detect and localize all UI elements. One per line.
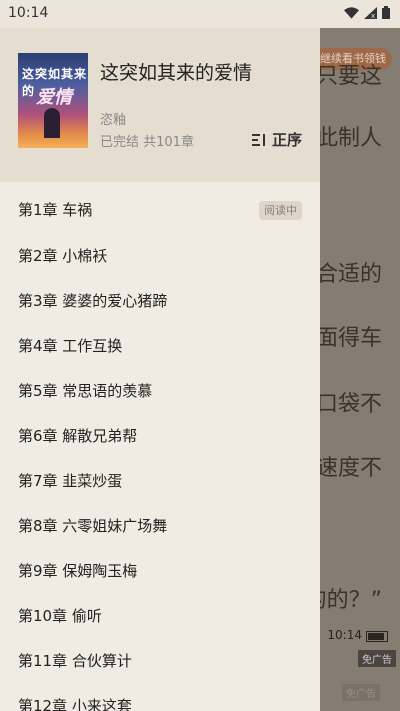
chapter-item[interactable]: 第3章 婆婆的爱心猪蹄: [0, 279, 320, 324]
sort-icon: [251, 133, 265, 146]
reader-text-line: 面得车: [315, 326, 382, 351]
chapter-item[interactable]: 第2章 小棉袄: [0, 234, 320, 279]
chapter-item[interactable]: 第6章 解散兄弟帮: [0, 414, 320, 459]
wifi-icon: [344, 6, 359, 19]
chapter-label: 第8章 六零姐妹广场舞: [18, 517, 168, 535]
chapter-drawer: 这突如其来的 爱情 这突如其来的爱情 恣釉 已完结 共101章 正序 第1章 车…: [0, 28, 320, 711]
chapter-label: 第4章 工作互换: [18, 337, 123, 355]
cover-figure: [44, 108, 60, 138]
reading-badge: 阅读中: [259, 201, 302, 220]
remove-ads-label[interactable]: 免广告: [342, 684, 380, 701]
reader-text-line: 只要这: [315, 64, 382, 89]
reader-clock: 10:14: [327, 628, 362, 642]
book-author: 恣釉: [100, 113, 127, 128]
battery-icon: [382, 6, 390, 19]
reader-text-line: 此制人: [315, 126, 382, 151]
chapter-item[interactable]: 第11章 合伙算计: [0, 639, 320, 684]
chapter-label: 第2章 小棉袄: [18, 247, 108, 265]
status-bar: 10:14 x: [0, 0, 400, 28]
chapter-item[interactable]: 第5章 常思语的羡慕: [0, 369, 320, 414]
svg-text:x: x: [371, 12, 375, 19]
chapter-label: 第10章 偷听: [18, 607, 102, 625]
cellular-signal-icon: x: [364, 6, 377, 19]
chapter-label: 第11章 合伙算计: [18, 652, 132, 670]
book-status: 已完结 共101章: [100, 135, 194, 150]
chapter-item[interactable]: 第12章 小来这套: [0, 684, 320, 711]
chapter-label: 第3章 婆婆的爱心猪蹄: [18, 292, 168, 310]
sort-order-button[interactable]: 正序: [251, 129, 302, 150]
chapter-list: 第1章 车祸 阅读中 第2章 小棉袄 第3章 婆婆的爱心猪蹄 第4章 工作互换 …: [0, 187, 320, 711]
reader-battery-icon: [366, 631, 388, 642]
chapter-label: 第12章 小来这套: [18, 697, 132, 711]
book-header: 这突如其来的 爱情 这突如其来的爱情 恣釉 已完结 共101章 正序: [0, 28, 320, 182]
reader-text-line: 合适的: [315, 262, 382, 287]
status-icons: x: [344, 6, 390, 19]
cover-subtitle: 爱情: [36, 87, 72, 108]
chapter-item[interactable]: 第7章 韭菜炒蛋: [0, 459, 320, 504]
chapter-label: 第7章 韭菜炒蛋: [18, 472, 123, 490]
chapter-label: 第1章 车祸: [18, 201, 93, 219]
chapter-label: 第5章 常思语的羡慕: [18, 382, 153, 400]
sort-order-label: 正序: [271, 131, 302, 149]
chapter-item[interactable]: 第8章 六零姐妹广场舞: [0, 504, 320, 549]
chapter-item[interactable]: 第1章 车祸 阅读中: [0, 187, 320, 234]
chapter-item[interactable]: 第4章 工作互换: [0, 324, 320, 369]
book-title: 这突如其来的爱情: [100, 62, 253, 84]
remove-ads-button[interactable]: 免广告: [358, 650, 396, 667]
chapter-label: 第6章 解散兄弟帮: [18, 427, 138, 445]
chapter-item[interactable]: 第9章 保姆陶玉梅: [0, 549, 320, 594]
book-cover[interactable]: 这突如其来的 爱情: [18, 53, 88, 148]
reader-text-line: 速度不: [315, 456, 382, 481]
status-time: 10:14: [8, 5, 49, 21]
chapter-item[interactable]: 第10章 偷听: [0, 594, 320, 639]
chapter-label: 第9章 保姆陶玉梅: [18, 562, 138, 580]
reader-text-line: 口袋不: [315, 392, 382, 417]
